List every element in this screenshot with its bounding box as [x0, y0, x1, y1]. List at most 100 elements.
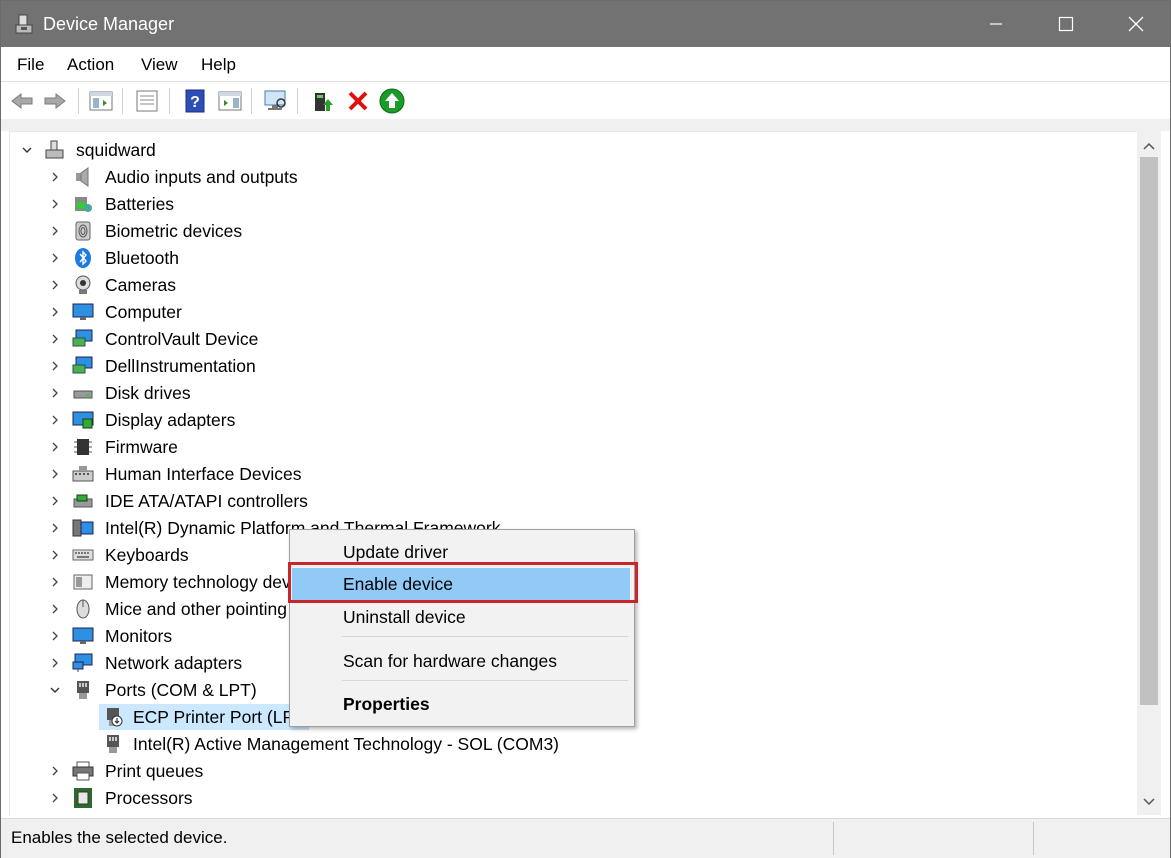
display-adapter-icon [72, 411, 94, 429]
status-divider [833, 822, 834, 855]
tree-root-label: squidward [76, 140, 156, 160]
chevron-right-icon[interactable] [48, 412, 62, 428]
chevron-right-icon[interactable] [48, 601, 62, 617]
menu-view[interactable]: View [141, 55, 178, 75]
chevron-right-icon[interactable] [48, 790, 62, 806]
menu-action[interactable]: Action [67, 55, 114, 75]
chevron-down-icon[interactable] [20, 142, 34, 158]
tree-item-hid[interactable]: Human Interface Devices [10, 461, 1110, 487]
tree-item-display-adapters[interactable]: Display adapters [10, 407, 1110, 433]
toolbar-separator [78, 88, 79, 114]
tree-item-dellinstrumentation[interactable]: DellInstrumentation [10, 353, 1110, 379]
maximize-icon [1058, 16, 1074, 32]
ctx-label: Properties [343, 694, 430, 714]
monitor-icon [72, 303, 94, 320]
tree-item-label: ControlVault Device [105, 329, 259, 349]
tree-item-label: Display adapters [105, 410, 236, 430]
chevron-down-icon[interactable] [48, 682, 62, 698]
tree-item-controlvault[interactable]: ControlVault Device [10, 326, 1110, 352]
ctx-scan-hardware[interactable]: Scan for hardware changes [292, 645, 630, 677]
chevron-right-icon[interactable] [48, 277, 62, 293]
chevron-right-icon[interactable] [48, 250, 62, 266]
chevron-right-icon[interactable] [48, 520, 62, 536]
chevron-right-icon[interactable] [48, 196, 62, 212]
scan-hardware-button[interactable] [263, 88, 289, 114]
toolbar: ? [1, 82, 1170, 119]
tree-item-label: Keyboards [105, 545, 189, 565]
chevron-right-icon[interactable] [48, 655, 62, 671]
network-adapter-icon [72, 653, 93, 672]
chevron-right-icon[interactable] [48, 466, 62, 482]
annotation-highlight-box [288, 562, 638, 603]
scrollbar-thumb[interactable] [1140, 157, 1158, 705]
enable-device-button[interactable] [379, 88, 405, 114]
tree-item-label: Cameras [105, 275, 176, 295]
fingerprint-icon [75, 221, 91, 241]
ctx-properties[interactable]: Properties [292, 688, 630, 720]
action-pane-button[interactable] [217, 88, 243, 114]
tree-item-label: Audio inputs and outputs [105, 167, 298, 187]
computer-root-icon [45, 140, 64, 159]
chevron-right-icon[interactable] [48, 304, 62, 320]
chevron-right-icon[interactable] [48, 169, 62, 185]
forward-button[interactable] [42, 88, 68, 114]
tree-item-intel-amt-sol[interactable]: Intel(R) Active Management Technology - … [10, 731, 1110, 757]
tree-item-biometric[interactable]: Biometric devices [10, 218, 1110, 244]
maximize-button[interactable] [1031, 1, 1101, 47]
tree-item-label: Biometric devices [105, 221, 243, 241]
update-driver-icon [315, 93, 333, 111]
chevron-right-icon[interactable] [48, 331, 62, 347]
menu-file[interactable]: File [17, 55, 44, 75]
chevron-right-icon[interactable] [48, 763, 62, 779]
ctx-label: Scan for hardware changes [343, 651, 558, 671]
tree-item-label: Human Interface Devices [105, 464, 302, 484]
tree-item-label: Intel(R) Active Management Technology - … [133, 734, 560, 754]
vertical-scrollbar[interactable] [1137, 131, 1161, 815]
ctx-uninstall-device[interactable]: Uninstall device [292, 601, 630, 633]
chevron-right-icon[interactable] [48, 385, 62, 401]
menu-help[interactable]: Help [201, 55, 236, 75]
disk-drive-icon [73, 390, 93, 399]
chevron-right-icon[interactable] [48, 547, 62, 563]
chevron-right-icon[interactable] [48, 493, 62, 509]
chevron-right-icon[interactable] [48, 223, 62, 239]
minimize-button[interactable] [961, 1, 1031, 47]
port-icon [77, 681, 89, 699]
tree-item-processors[interactable]: Processors [10, 785, 1110, 811]
action-pane-icon [218, 91, 242, 111]
tree-item-label: Ports (COM & LPT) [105, 680, 257, 700]
properties-button[interactable] [134, 88, 160, 114]
tree-item-label: Monitors [105, 626, 173, 646]
tree-item-label: DellInstrumentation [105, 356, 256, 376]
tree-item-firmware[interactable]: Firmware [10, 434, 1110, 460]
scroll-down-icon[interactable] [1137, 791, 1161, 813]
tree-item-batteries[interactable]: Batteries [10, 191, 1110, 217]
status-divider [1033, 822, 1034, 855]
tree-root[interactable]: squidward [10, 137, 1110, 163]
toolbar-separator [251, 88, 252, 114]
chevron-right-icon[interactable] [48, 439, 62, 455]
device-network-icon [72, 329, 93, 347]
toolbar-separator [169, 88, 170, 114]
tree-item-bluetooth[interactable]: Bluetooth [10, 245, 1110, 271]
chevron-right-icon[interactable] [48, 358, 62, 374]
tree-item-label: Firmware [105, 437, 178, 457]
chevron-right-icon[interactable] [48, 574, 62, 590]
ctx-label: Update driver [343, 542, 449, 562]
tree-item-cameras[interactable]: Cameras [10, 272, 1110, 298]
tree-item-disk-drives[interactable]: Disk drives [10, 380, 1110, 406]
back-button[interactable] [9, 88, 35, 114]
status-text: Enables the selected device. [11, 828, 228, 847]
scroll-up-icon[interactable] [1137, 135, 1161, 157]
chevron-right-icon[interactable] [48, 628, 62, 644]
tree-item-ide[interactable]: IDE ATA/ATAPI controllers [10, 488, 1110, 514]
tree-item-computer[interactable]: Computer [10, 299, 1110, 325]
tree-item-audio[interactable]: Audio inputs and outputs [10, 164, 1110, 190]
tree-item-label: Computer [105, 302, 182, 322]
close-button[interactable] [1101, 1, 1171, 47]
uninstall-button[interactable] [345, 88, 371, 114]
show-hide-tree-button[interactable] [88, 88, 114, 114]
update-driver-button[interactable] [310, 88, 336, 114]
help-button[interactable]: ? [182, 88, 208, 114]
tree-item-print-queues[interactable]: Print queues [10, 758, 1110, 784]
